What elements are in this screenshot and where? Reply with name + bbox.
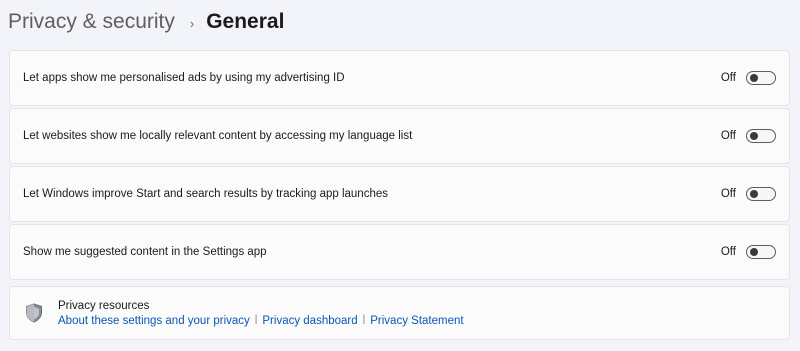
app-launch-tracking-toggle[interactable] — [746, 187, 776, 201]
setting-card-advertising-id: Let apps show me personalised ads by usi… — [9, 50, 790, 106]
privacy-dashboard-link[interactable]: Privacy dashboard — [262, 315, 357, 327]
advertising-id-toggle[interactable] — [746, 71, 776, 85]
setting-card-suggested-content: Show me suggested content in the Setting… — [9, 224, 790, 280]
privacy-resources-title: Privacy resources — [58, 299, 150, 312]
link-divider: | — [254, 314, 258, 325]
setting-label: Let websites show me locally relevant co… — [23, 130, 413, 142]
toggle-state-label: Off — [720, 130, 736, 142]
suggested-content-toggle[interactable] — [746, 245, 776, 259]
language-list-toggle[interactable] — [746, 129, 776, 143]
setting-row-suggested-content[interactable]: Show me suggested content in the Setting… — [10, 225, 789, 279]
breadcrumb: Privacy & security › General — [8, 6, 284, 38]
setting-row-app-launch-tracking[interactable]: Let Windows improve Start and search res… — [10, 167, 789, 221]
toggle-knob — [750, 74, 758, 82]
setting-label: Show me suggested content in the Setting… — [23, 246, 267, 258]
toggle-knob — [750, 132, 758, 140]
breadcrumb-separator-chevron-icon: › — [189, 15, 195, 31]
privacy-statement-link[interactable]: Privacy Statement — [370, 315, 463, 327]
link-divider: | — [362, 314, 366, 325]
setting-label: Let Windows improve Start and search res… — [23, 188, 388, 200]
about-settings-privacy-link[interactable]: About these settings and your privacy — [58, 315, 250, 327]
toggle-state-label: Off — [720, 246, 736, 258]
toggle-state-label: Off — [720, 72, 736, 84]
settings-page: Privacy & security › General Let apps sh… — [0, 0, 800, 351]
toggle-knob — [750, 248, 758, 256]
privacy-resources-card: Privacy resources About these settings a… — [9, 286, 790, 340]
setting-row-advertising-id[interactable]: Let apps show me personalised ads by usi… — [10, 51, 789, 105]
toggle-knob — [750, 190, 758, 198]
toggle-state-label: Off — [720, 188, 736, 200]
setting-card-app-launch-tracking: Let Windows improve Start and search res… — [9, 166, 790, 222]
privacy-resources-links: About these settings and your privacy | … — [58, 314, 464, 327]
shield-icon — [24, 303, 44, 323]
setting-card-language-list: Let websites show me locally relevant co… — [9, 108, 790, 164]
setting-row-language-list[interactable]: Let websites show me locally relevant co… — [10, 109, 789, 163]
setting-label: Let apps show me personalised ads by usi… — [23, 72, 345, 84]
breadcrumb-parent-privacy-security[interactable]: Privacy & security — [8, 10, 175, 34]
page-title: General — [206, 10, 285, 33]
privacy-resources-text: Privacy resources About these settings a… — [58, 300, 464, 327]
